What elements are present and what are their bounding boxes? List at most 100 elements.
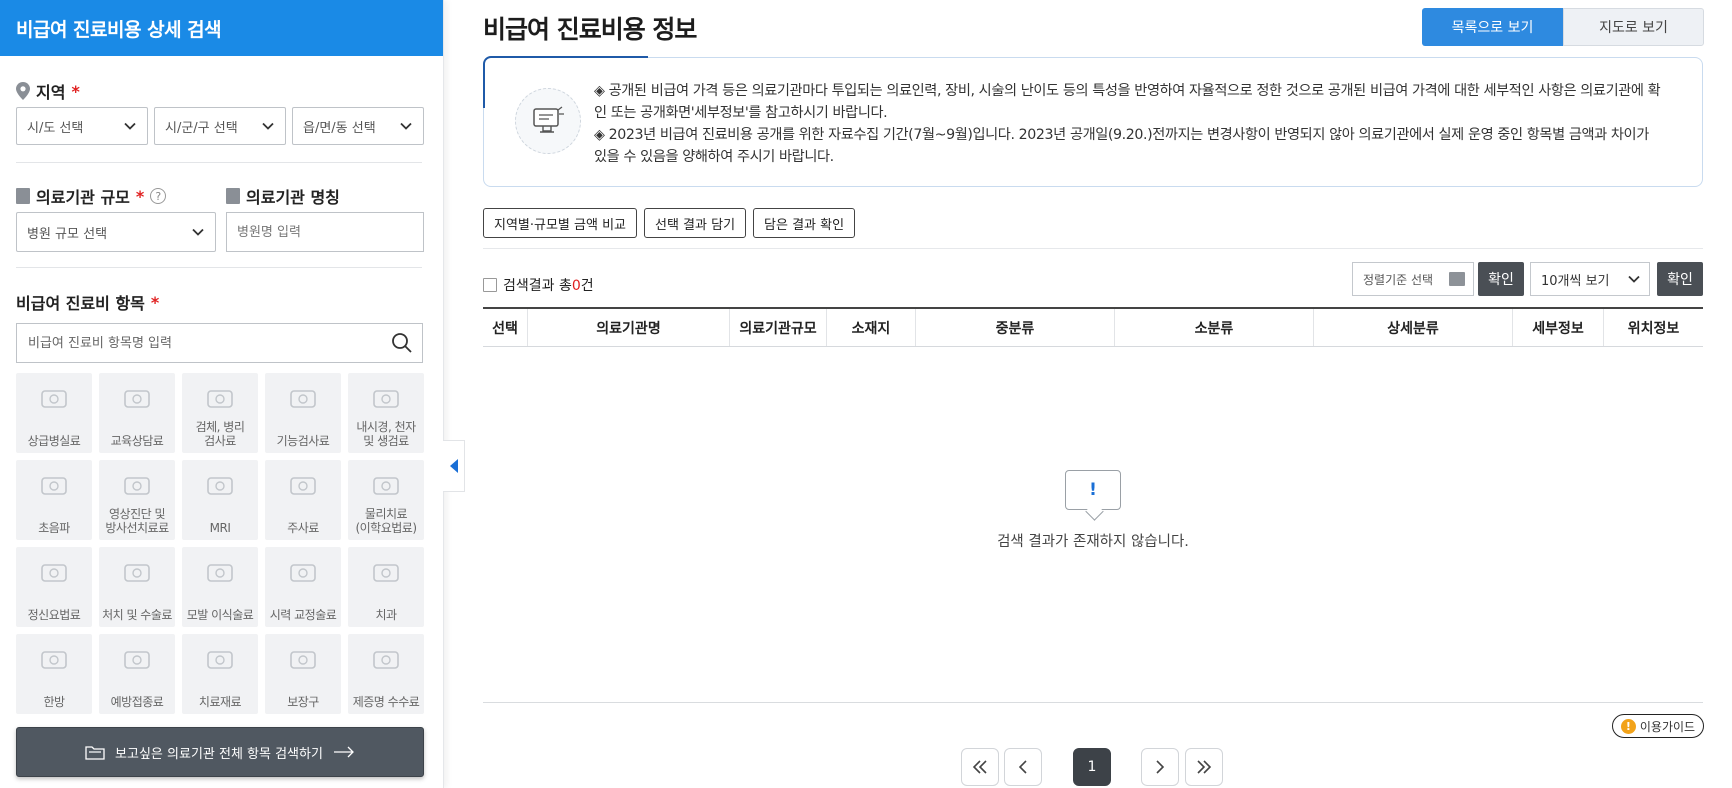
psychotherapy-icon [41,564,67,582]
surgery-icon [124,564,150,582]
category-tile[interactable]: 처치 및 수술료 [99,547,175,627]
map-view-tab[interactable]: 지도로 보기 [1563,8,1704,46]
column-header: 위치정보 [1627,320,1680,337]
name-label-text: 의료기관 명칭 [246,188,340,207]
hospital-name-input[interactable] [226,212,424,252]
sort-confirm-button[interactable]: 확인 [1478,262,1524,296]
category-tile[interactable]: 예방접종료 [99,634,175,714]
save-selection-button[interactable]: 선택 결과 담기 [644,208,747,238]
per-page-confirm-button[interactable]: 확인 [1657,262,1703,296]
category-label: 제증명 수수료 [352,695,420,709]
category-tile[interactable]: 치료재료 [182,634,258,714]
sort-select-label: 정렬기준 선택 [1363,272,1434,287]
category-label: 한방 [43,695,65,709]
column-header: 선택 [483,309,528,346]
column-header: 소분류 [1115,309,1314,346]
full-search-button[interactable]: 보고싶은 의료기관 전체 항목 검색하기 [16,727,424,777]
category-label: 정신요법료 [27,608,81,622]
check-saved-button[interactable]: 담은 결과 확인 [753,208,856,238]
full-search-label: 보고싶은 의료기관 전체 항목 검색하기 [115,746,323,762]
search-sidebar: 비급여 진료비용 상세 검색 지역 * 시/도 선택 시/군/구 선택 읍/면/동… [0,0,444,788]
chevron-down-icon [124,122,136,130]
category-tile[interactable]: 제증명 수수료 [348,634,424,714]
category-tile[interactable]: 보장구 [265,634,341,714]
usage-guide-button[interactable]: ! 이용가이드 [1612,714,1704,738]
category-label: 내시경, 천자 및 생검료 [356,420,416,448]
category-tile[interactable]: 영상진단 및 방사선치료료 [99,460,175,540]
column-header: 세부정보 [1513,309,1604,346]
category-tile[interactable]: 내시경, 천자 및 생검료 [348,373,424,453]
category-label: 보장구 [287,695,319,709]
scale-label: 의료기관 규모 * ? [16,184,167,208]
prev-page-button[interactable] [1004,748,1042,786]
chevron-down-icon [1628,275,1640,283]
category-label: 물리치료 (이학요법료) [355,507,417,535]
divider [16,267,422,268]
list-icon [1449,272,1465,286]
double-chevron-right-icon [1197,760,1212,774]
category-tile[interactable]: 상급병실료 [16,373,92,453]
location-pin-icon [16,82,30,100]
category-tile[interactable]: 교육상담료 [99,373,175,453]
bed-icon [41,390,67,408]
per-page-select[interactable]: 10개씩 보기 [1530,262,1650,296]
info-icon: ! [1620,718,1636,734]
sido-select[interactable]: 시/도 선택 [16,107,148,145]
document-icon [483,278,497,292]
vaccine-icon [124,651,150,669]
dong-select-value: 읍/면/동 선택 [303,120,376,136]
per-page-value: 10개씩 보기 [1541,273,1610,289]
notice-monitor-icon [515,88,581,154]
category-tile[interactable]: MRI [182,460,258,540]
category-tile[interactable]: 기능검사료 [265,373,341,453]
sort-select[interactable]: 정렬기준 선택 [1352,262,1474,296]
item-search-input[interactable] [16,323,423,363]
endoscope-icon [373,390,399,408]
category-tile[interactable]: 물리치료 (이학요법료) [348,460,424,540]
hospital-scale-value: 병원 규모 선택 [27,226,108,242]
next-page-button[interactable] [1141,748,1179,786]
category-label: 영상진단 및 방사선치료료 [105,507,169,535]
chevron-down-icon [262,122,274,130]
category-label: MRI [209,521,231,535]
category-tile[interactable]: 검체, 병리 검사료 [182,373,258,453]
result-prefix: 검색결과 총 [503,278,572,294]
hair-transplant-icon [207,564,233,582]
mri-icon [207,477,233,495]
column-header: 중분류 [916,309,1115,346]
radiology-icon [124,477,150,495]
compare-button[interactable]: 지역별·규모별 금액 비교 [483,208,637,238]
region-label-text: 지역 [36,83,66,102]
required-mark: * [71,81,80,101]
column-header: 의료기관명 [528,309,730,346]
category-tile[interactable]: 모발 이식술료 [182,547,258,627]
category-tile[interactable]: 정신요법료 [16,547,92,627]
list-view-tab[interactable]: 목록으로 보기 [1422,8,1563,46]
arrow-right-icon [333,746,354,758]
category-label: 시력 교정술료 [269,608,337,622]
function-test-icon [290,390,316,408]
dong-select[interactable]: 읍/면/동 선택 [292,107,424,145]
first-page-button[interactable] [961,748,999,786]
category-tile[interactable]: 시력 교정술료 [265,547,341,627]
category-tile[interactable]: 치과 [348,547,424,627]
sigungu-select[interactable]: 시/군/구 선택 [154,107,286,145]
search-icon[interactable] [391,332,413,354]
empty-state: ! 검색 결과가 존재하지 않습니다. [483,470,1703,551]
caret-left-icon [449,459,458,473]
chevron-left-icon [1018,760,1027,774]
sidebar-title: 비급여 진료비용 상세 검색 [0,0,443,56]
last-page-button[interactable] [1185,748,1223,786]
category-tile[interactable]: 초음파 [16,460,92,540]
region-label: 지역 * [16,79,80,103]
hospital-scale-select[interactable]: 병원 규모 선택 [16,212,216,252]
view-toggle: 목록으로 보기 지도로 보기 [1422,8,1704,46]
page-number-current[interactable]: 1 [1073,748,1111,786]
category-tile[interactable]: 한방 [16,634,92,714]
sidebar-collapse-toggle[interactable] [443,440,465,492]
ear-icon [41,651,67,669]
category-tile[interactable]: 주사료 [265,460,341,540]
sido-select-value: 시/도 선택 [27,120,84,136]
category-label: 상급병실료 [27,434,81,448]
help-icon[interactable]: ? [150,188,167,204]
